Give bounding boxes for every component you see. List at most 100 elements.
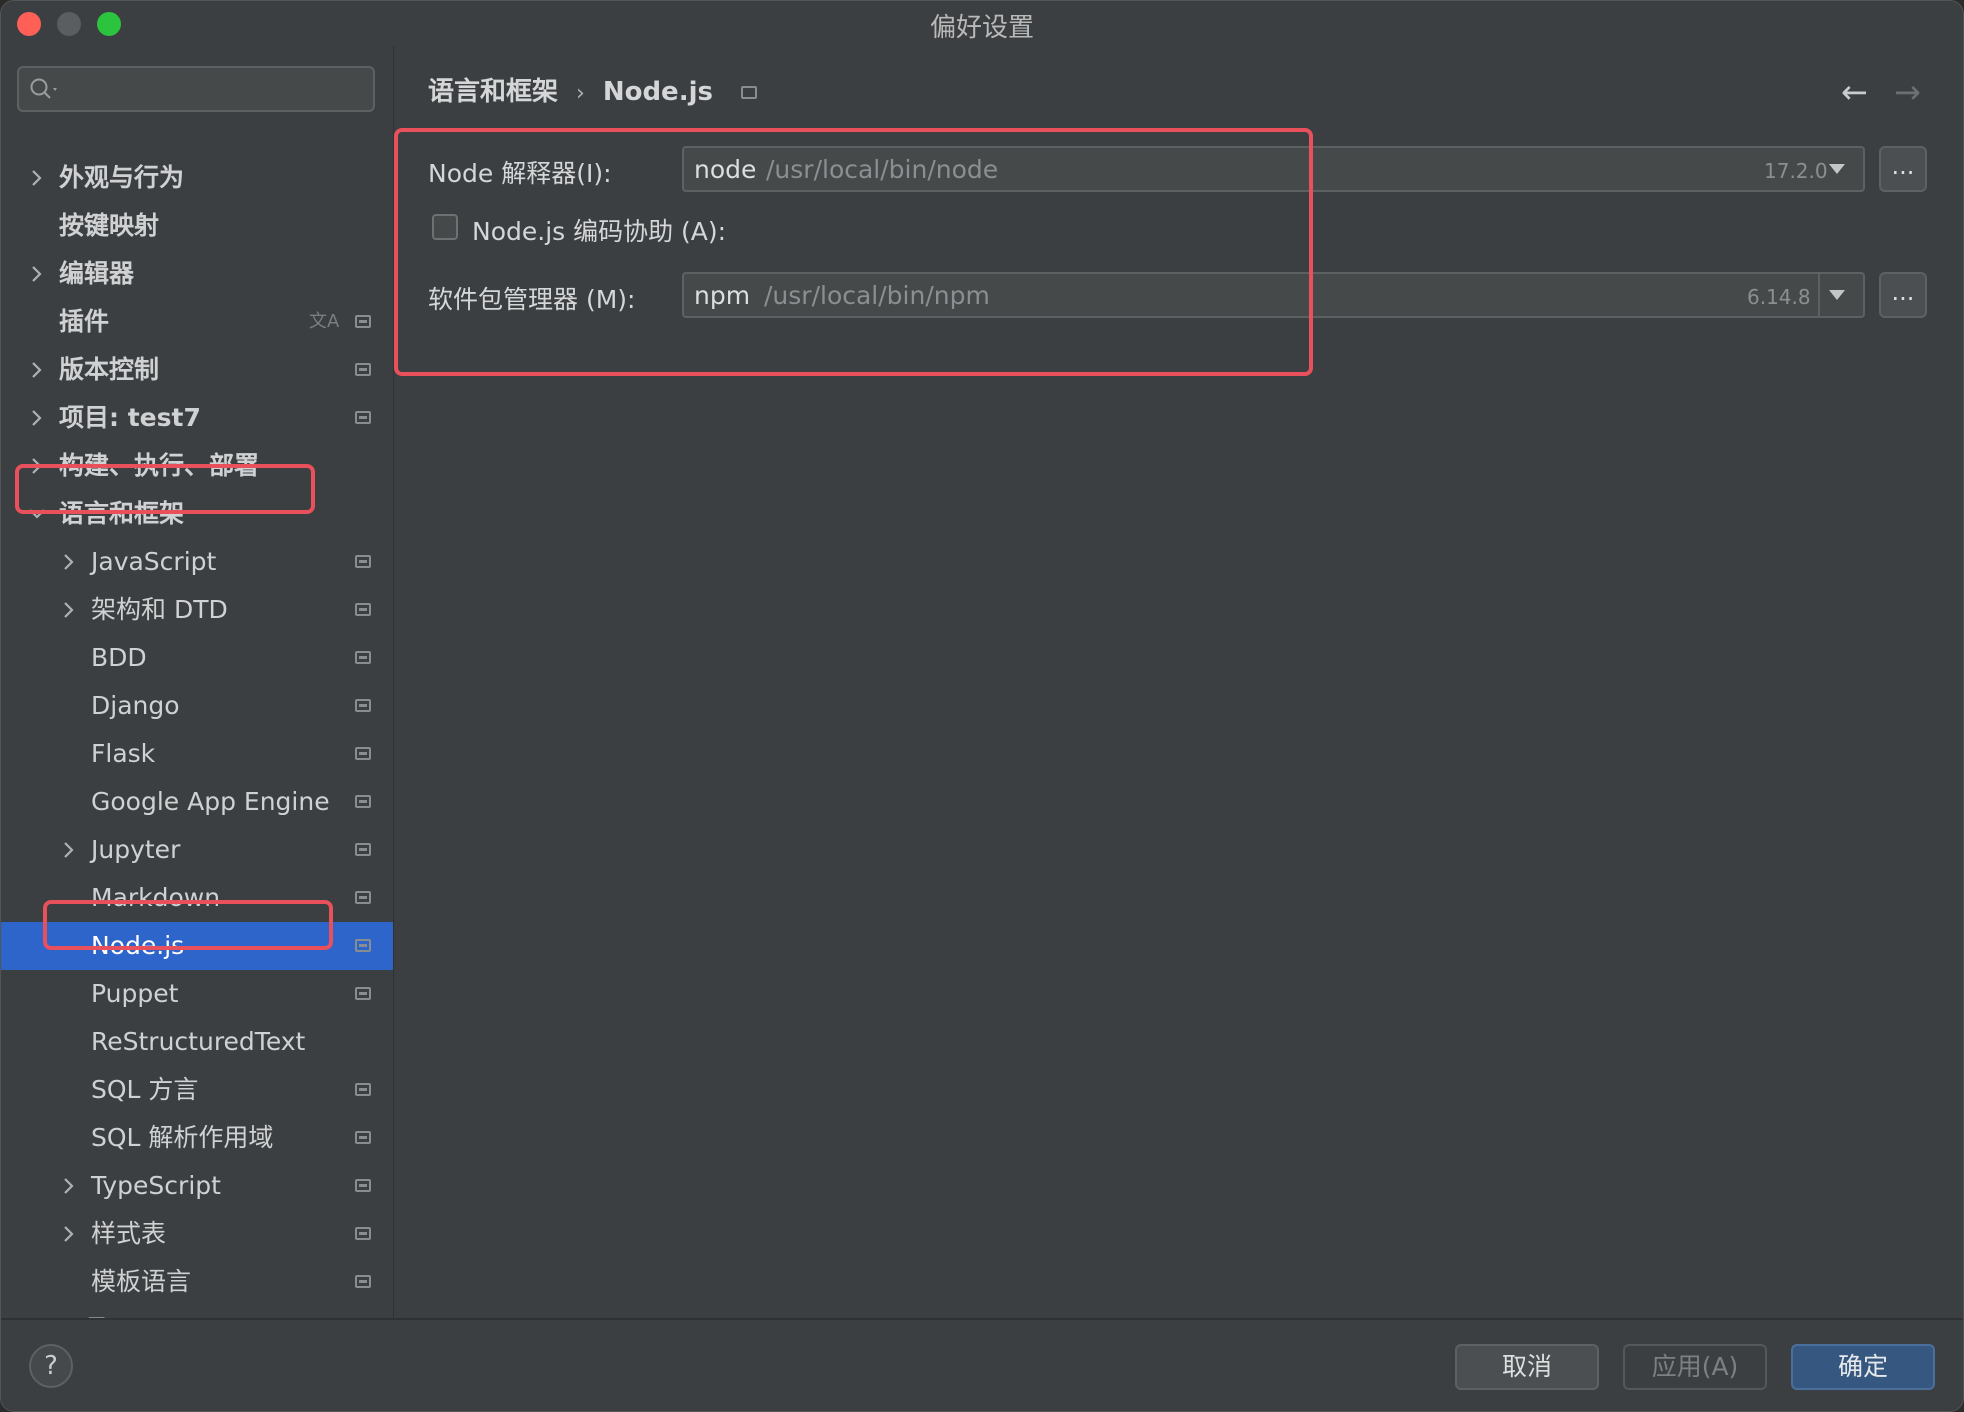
chevron-right-icon[interactable]: [27, 250, 47, 298]
sidebar-item[interactable]: Puppet: [1, 970, 393, 1018]
title-bar: 偏好设置: [1, 1, 1963, 46]
sidebar-item[interactable]: 项目: test7: [1, 394, 393, 442]
preferences-window: 偏好设置 外观与行为按键映射编辑器插件 文A 版本控制项目: test7 构建、执行、…: [0, 0, 1964, 1412]
chevron-right-icon[interactable]: [27, 1306, 47, 1318]
project-scope-icon: [355, 1179, 371, 1192]
sidebar-item[interactable]: Jupyter: [1, 826, 393, 874]
sidebar-item-label: 插件: [59, 307, 110, 336]
chevron-right-icon[interactable]: [59, 586, 79, 634]
sidebar-item[interactable]: Flask: [1, 730, 393, 778]
sidebar-item-label: 编辑器: [59, 259, 135, 288]
sidebar-item[interactable]: 工具: [1, 1306, 393, 1318]
project-scope-icon: [355, 891, 371, 904]
sidebar-item-label: 外观与行为: [59, 163, 185, 192]
sidebar-item[interactable]: Markdown: [1, 874, 393, 922]
sidebar-item-label: TypeScript: [91, 1171, 221, 1200]
breadcrumb-current: Node.js: [602, 77, 713, 107]
project-scope-icon: [355, 555, 371, 568]
chevron-right-icon[interactable]: [27, 346, 47, 394]
sidebar-item[interactable]: ReStructuredText: [1, 1018, 393, 1066]
breadcrumb-separator: ›: [576, 81, 585, 106]
sidebar-item[interactable]: 架构和 DTD: [1, 586, 393, 634]
project-scope-icon: [355, 939, 371, 952]
sidebar-item[interactable]: SQL 方言: [1, 1066, 393, 1114]
sidebar-item-label: Google App Engine: [91, 787, 330, 816]
settings-sidebar: 外观与行为按键映射编辑器插件 文A 版本控制项目: test7 构建、执行、部署 语言和…: [1, 46, 394, 1318]
window-title: 偏好设置: [929, 13, 1034, 43]
chevron-right-icon[interactable]: [59, 1162, 79, 1210]
sidebar-item[interactable]: 插件 文A: [1, 298, 393, 346]
package-manager-label: 软件包管理器 (M):: [428, 285, 636, 314]
sidebar-item-label: 构建、执行、部署: [59, 451, 260, 480]
sidebar-item[interactable]: TypeScript: [1, 1162, 393, 1210]
interpreter-combobox[interactable]: node /usr/local/bin/node 17.2.0: [682, 146, 1865, 192]
chevron-right-icon[interactable]: [59, 826, 79, 874]
chevron-right-icon[interactable]: [27, 442, 47, 490]
sidebar-item-label: 语言和框架: [59, 499, 185, 528]
coding-assist-checkbox[interactable]: [432, 214, 458, 240]
sidebar-item-label: Jupyter: [91, 835, 181, 864]
sidebar-item[interactable]: SQL 解析作用域: [1, 1114, 393, 1162]
dialog-footer: ? 取消 应用(A) 确定: [1, 1318, 1963, 1411]
chevron-right-icon[interactable]: [27, 154, 47, 202]
package-manager-browse-button[interactable]: ...: [1879, 272, 1927, 318]
sidebar-item-label: 版本控制: [59, 355, 160, 384]
settings-search-input[interactable]: [17, 66, 375, 112]
sidebar-item-label: 架构和 DTD: [91, 595, 228, 624]
sidebar-item-label: JavaScript: [91, 547, 217, 576]
package-manager-name: npm: [694, 281, 751, 310]
interpreter-name: node: [694, 155, 757, 184]
sidebar-item[interactable]: Google App Engine: [1, 778, 393, 826]
sidebar-item-label: ReStructuredText: [91, 1027, 306, 1056]
sidebar-item[interactable]: 版本控制: [1, 346, 393, 394]
chevron-down-icon[interactable]: [1829, 164, 1845, 174]
project-scope-icon: [355, 315, 371, 328]
back-arrow-icon[interactable]: ←: [1841, 76, 1868, 108]
sidebar-item[interactable]: 外观与行为: [1, 154, 393, 202]
forward-arrow-icon[interactable]: →: [1894, 76, 1921, 108]
ok-button[interactable]: 确定: [1791, 1344, 1935, 1390]
sidebar-item[interactable]: Node.js: [1, 922, 393, 970]
project-scope-icon: [355, 699, 371, 712]
project-scope-icon: [355, 843, 371, 856]
project-scope-icon: [355, 795, 371, 808]
sidebar-item[interactable]: 模板语言: [1, 1258, 393, 1306]
cancel-button[interactable]: 取消: [1455, 1344, 1599, 1390]
project-scope-icon: [740, 86, 757, 99]
breadcrumb-parent[interactable]: 语言和框架: [428, 77, 558, 107]
breadcrumb: 语言和框架 › Node.js: [428, 72, 757, 112]
sidebar-item-label: Flask: [91, 739, 156, 768]
project-scope-icon: [355, 1131, 371, 1144]
sidebar-item-label: BDD: [91, 643, 147, 672]
help-button[interactable]: ?: [29, 1344, 73, 1388]
chevron-right-icon[interactable]: [59, 1210, 79, 1258]
sidebar-item-label: 模板语言: [91, 1267, 192, 1296]
project-scope-icon: [355, 1227, 371, 1240]
combo-divider: [1818, 274, 1820, 316]
interpreter-version: 17.2.0: [1764, 159, 1828, 183]
interpreter-path: /usr/local/bin/node: [766, 155, 999, 184]
project-scope-icon: [355, 747, 371, 760]
apply-button[interactable]: 应用(A): [1623, 1344, 1767, 1390]
chevron-right-icon[interactable]: [27, 394, 47, 442]
sidebar-item-label: 样式表: [91, 1219, 167, 1248]
sidebar-item[interactable]: 按键映射: [1, 202, 393, 250]
translate-icon: 文A: [309, 311, 340, 332]
sidebar-item[interactable]: Django: [1, 682, 393, 730]
interpreter-browse-button[interactable]: ...: [1879, 146, 1927, 192]
sidebar-item[interactable]: JavaScript: [1, 538, 393, 586]
search-icon: [30, 78, 57, 99]
sidebar-item-label: Django: [91, 691, 180, 720]
sidebar-item[interactable]: 语言和框架: [1, 490, 393, 538]
chevron-down-icon[interactable]: [1829, 290, 1845, 300]
package-manager-combobox[interactable]: npm /usr/local/bin/npm 6.14.8: [682, 272, 1865, 318]
sidebar-item[interactable]: 编辑器: [1, 250, 393, 298]
chevron-right-icon[interactable]: [59, 538, 79, 586]
chevron-down-icon[interactable]: [27, 490, 47, 538]
project-scope-icon: [355, 603, 371, 616]
sidebar-item[interactable]: BDD: [1, 634, 393, 682]
sidebar-item-label: 按键映射: [59, 211, 160, 240]
sidebar-item-label: SQL 解析作用域: [91, 1123, 274, 1152]
sidebar-item[interactable]: 构建、执行、部署: [1, 442, 393, 490]
sidebar-item[interactable]: 样式表: [1, 1210, 393, 1258]
